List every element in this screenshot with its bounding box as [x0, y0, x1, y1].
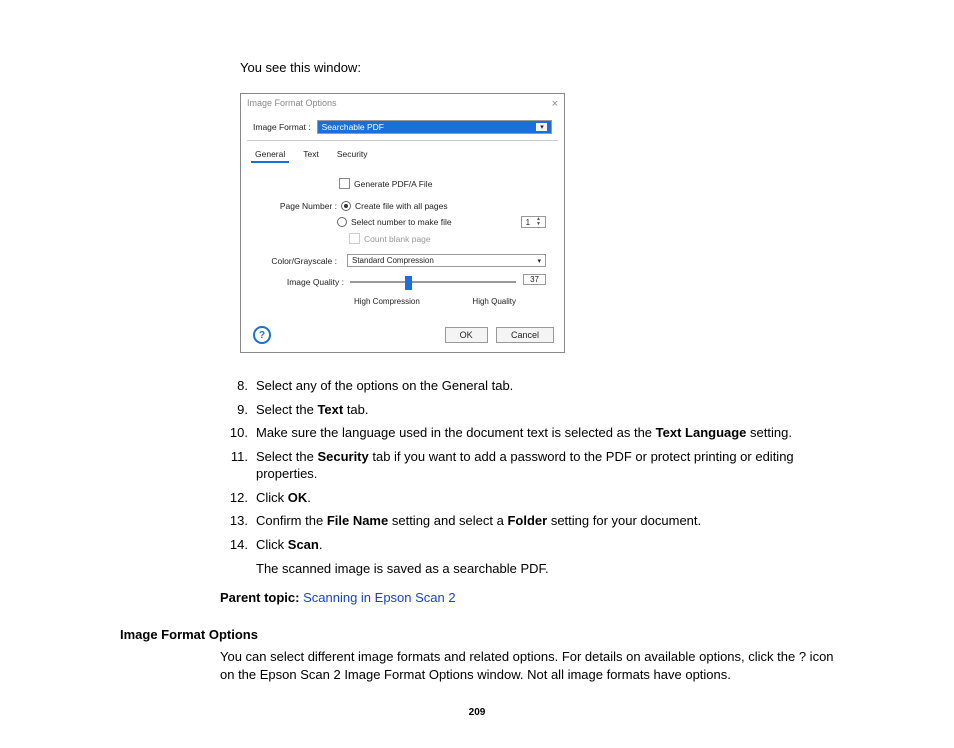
step-number: 13.: [220, 512, 256, 530]
parent-topic: Parent topic: Scanning in Epson Scan 2: [220, 590, 834, 605]
image-format-value: Searchable PDF: [322, 122, 384, 132]
radio-select-number-label: Select number to make file: [351, 217, 452, 227]
section-heading: Image Format Options: [120, 627, 834, 642]
tab-security[interactable]: Security: [333, 147, 372, 163]
image-format-label: Image Format :: [253, 122, 311, 132]
step-text: Confirm the File Name setting and select…: [256, 512, 834, 530]
radio-select-number[interactable]: [337, 217, 347, 227]
image-quality-value: 37: [523, 274, 546, 285]
section-body: You can select different image formats a…: [220, 648, 834, 683]
tab-bar: General Text Security: [241, 141, 564, 163]
high-quality-label: High Quality: [472, 297, 516, 306]
generate-pdfa-label: Generate PDF/A File: [354, 179, 432, 189]
parent-topic-link[interactable]: Scanning in Epson Scan 2: [303, 590, 456, 605]
spinner-down-icon[interactable]: ▼: [536, 222, 541, 227]
help-icon[interactable]: ?: [253, 326, 271, 344]
slider-thumb[interactable]: [405, 276, 412, 290]
tab-text[interactable]: Text: [299, 147, 323, 163]
page-number-spinner[interactable]: 1 ▲▼: [521, 216, 546, 228]
step-text: Make sure the language used in the docum…: [256, 424, 834, 442]
step-number: 11.: [220, 448, 256, 483]
step-text: Click Scan.: [256, 536, 834, 554]
cancel-button[interactable]: Cancel: [496, 327, 554, 343]
radio-all-pages[interactable]: [341, 201, 351, 211]
step-text: Select the Security tab if you want to a…: [256, 448, 834, 483]
step-number: 14.: [220, 536, 256, 554]
tab-general[interactable]: General: [251, 147, 289, 163]
count-blank-checkbox: [349, 233, 360, 244]
step-number: 9.: [220, 401, 256, 419]
color-grayscale-select[interactable]: Standard Compression ▾: [347, 254, 546, 267]
image-quality-label: Image Quality :: [259, 277, 350, 287]
count-blank-label: Count blank page: [364, 234, 431, 244]
dialog-title: Image Format Options: [247, 98, 337, 110]
step-text: Click OK.: [256, 489, 834, 507]
color-grayscale-label: Color/Grayscale :: [259, 256, 341, 266]
post-step-note: The scanned image is saved as a searchab…: [256, 561, 834, 576]
generate-pdfa-checkbox[interactable]: [339, 178, 350, 189]
close-icon[interactable]: ×: [552, 98, 558, 110]
high-compression-label: High Compression: [354, 297, 420, 306]
step-number: 8.: [220, 377, 256, 395]
page-number: 209: [120, 707, 834, 718]
chevron-down-icon: ▾: [536, 123, 547, 131]
page-number-label: Page Number :: [259, 201, 341, 211]
step-text: Select the Text tab.: [256, 401, 834, 419]
step-text: Select any of the options on the General…: [256, 377, 834, 395]
intro-text: You see this window:: [240, 60, 834, 75]
spinner-value: 1: [526, 218, 530, 227]
step-number: 12.: [220, 489, 256, 507]
ok-button[interactable]: OK: [445, 327, 488, 343]
image-format-select[interactable]: Searchable PDF ▾: [317, 120, 552, 134]
image-quality-slider[interactable]: 37: [350, 275, 546, 289]
step-number: 10.: [220, 424, 256, 442]
chevron-down-icon: ▾: [537, 257, 541, 265]
radio-all-pages-label: Create file with all pages: [355, 201, 448, 211]
color-grayscale-value: Standard Compression: [352, 256, 434, 265]
image-format-options-dialog: Image Format Options × Image Format : Se…: [240, 93, 565, 353]
instruction-list: 8.Select any of the options on the Gener…: [220, 377, 834, 553]
